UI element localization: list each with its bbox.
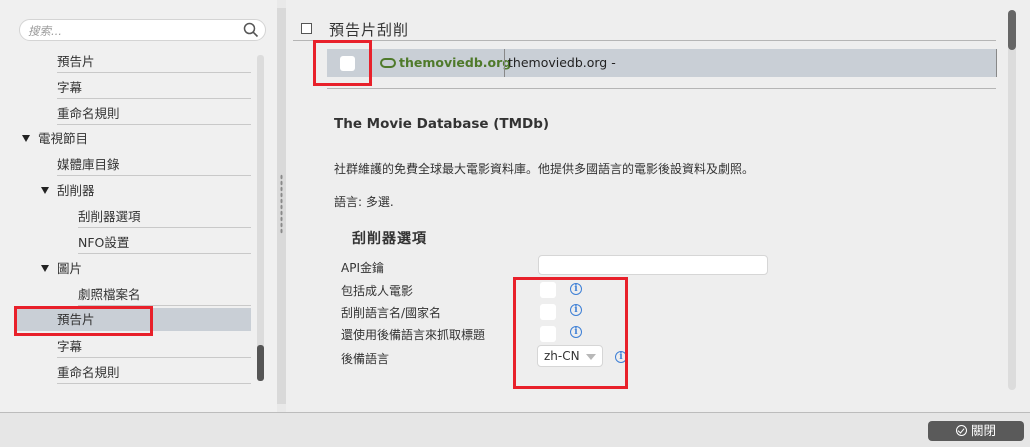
- tree-item-label: 刮削器選項: [78, 209, 141, 224]
- check-circle-icon: [955, 425, 967, 436]
- search-icon[interactable]: [243, 22, 259, 38]
- tree-item-trailer[interactable]: 預告片: [57, 50, 251, 73]
- close-button[interactable]: 關閉: [928, 421, 1024, 441]
- divider: [293, 40, 996, 41]
- highlight-box-sidebar: [14, 306, 153, 336]
- tree-item-label: 重命名規則: [57, 365, 120, 380]
- expand-triangle-icon[interactable]: [22, 135, 30, 142]
- tree-item-label: 重命名規則: [57, 106, 120, 121]
- search-box[interactable]: 搜索...: [19, 19, 266, 41]
- tmdb-logo-icon: [380, 58, 396, 68]
- fallback-language-label: 後備語言: [341, 352, 390, 366]
- tree-item-images[interactable]: 圖片: [41, 257, 251, 280]
- panel-splitter[interactable]: [277, 8, 286, 404]
- splitter-grip[interactable]: [280, 174, 283, 234]
- close-button-label: 關閉: [970, 423, 996, 438]
- highlight-box-checkbox: [313, 40, 372, 86]
- tree-item-rename-rules[interactable]: 重命名規則: [57, 102, 251, 125]
- search-input[interactable]: 搜索...: [28, 23, 62, 39]
- tmdb-logo-text: themoviedb.org: [399, 55, 512, 70]
- scraper-row-tmdb[interactable]: themoviedb.org themoviedb.org -: [327, 49, 997, 77]
- tree-item-still-filenames[interactable]: 劇照檔案名: [78, 283, 251, 306]
- tree-item-library-folders[interactable]: 媒體庫目錄: [57, 153, 251, 176]
- tree-item-label: 刮削器: [57, 183, 95, 198]
- collapse-section-checkbox[interactable]: [301, 23, 312, 34]
- options-title: 刮削器選項: [352, 231, 427, 247]
- tmdb-logo: themoviedb.org: [380, 55, 511, 71]
- settings-sidebar: 搜索... 預告片 字幕 重命名規則 電視節目 媒體庫目錄 刮削器 刮削器選項 …: [0, 0, 277, 412]
- tree-item-scraper[interactable]: 刮削器: [41, 179, 251, 202]
- tree-item-label: 媒體庫目錄: [57, 157, 120, 172]
- tree-item-label: 劇照檔案名: [78, 287, 141, 302]
- tree-item-scraper-options[interactable]: 刮削器選項: [78, 205, 251, 228]
- api-key-label: API金鑰: [341, 261, 384, 275]
- scraper-name: themoviedb.org -: [508, 55, 616, 70]
- api-key-input[interactable]: [538, 255, 768, 275]
- tree-item-label: 電視節目: [38, 131, 89, 146]
- scrape-language-label: 刮削語言名/國家名: [341, 306, 442, 320]
- tree-item-tv-shows[interactable]: 電視節目: [22, 127, 251, 150]
- main-panel: 預告片刮削 themoviedb.org themoviedb.org - Th…: [286, 0, 1030, 412]
- tree-item-subtitles-2[interactable]: 字幕: [57, 335, 251, 358]
- expand-triangle-icon[interactable]: [41, 265, 49, 272]
- tree-item-label: 字幕: [57, 80, 83, 95]
- scraper-heading: The Movie Database (TMDb): [334, 116, 550, 132]
- tree-item-nfo-settings[interactable]: NFO設置: [78, 231, 251, 254]
- tree-item-label: 字幕: [57, 339, 83, 354]
- divider: [327, 88, 996, 89]
- row-divider: [504, 49, 505, 77]
- scraper-language: 語言: 多選.: [334, 195, 394, 209]
- tree-item-label: 圖片: [57, 261, 83, 276]
- sidebar-scroll-thumb[interactable]: [257, 345, 264, 381]
- tree-item-subtitles[interactable]: 字幕: [57, 76, 251, 99]
- dialog-footer: 關閉: [0, 412, 1030, 447]
- main-scroll-thumb[interactable]: [1008, 10, 1016, 50]
- tree-item-label: 預告片: [57, 54, 95, 69]
- sidebar-scrollbar[interactable]: [257, 55, 264, 381]
- tree-item-rename-rules-2[interactable]: 重命名規則: [57, 361, 251, 384]
- include-adult-label: 包括成人電影: [341, 284, 414, 298]
- fallback-title-label: 還使用後備語言來抓取標題: [341, 328, 486, 342]
- scraper-description: 社群維護的免費全球最大電影資料庫。他提供多國語言的電影後設資料及劇照。: [334, 162, 755, 176]
- main-scrollbar[interactable]: [1008, 10, 1016, 390]
- section-title: 預告片刮削: [329, 21, 410, 39]
- expand-triangle-icon[interactable]: [41, 187, 49, 194]
- tree-item-label: NFO設置: [78, 235, 130, 250]
- highlight-box-options: [513, 277, 628, 389]
